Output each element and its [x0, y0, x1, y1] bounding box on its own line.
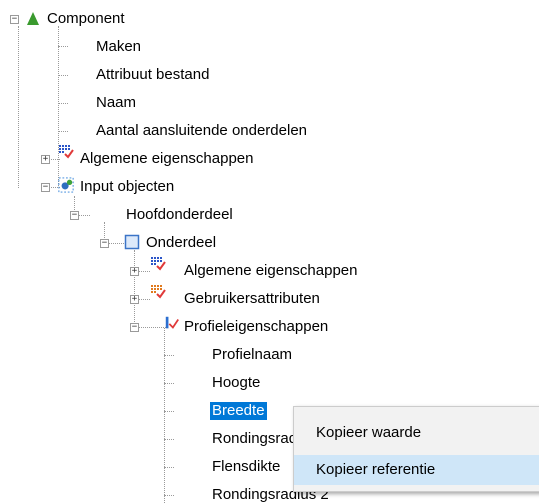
tree-item-algemene-eigenschappen-child[interactable]: Algemene eigenschappen [184, 262, 357, 280]
tree-item-flensdikte[interactable]: Flensdikte [212, 458, 280, 476]
tree-item-gebruikersattributen[interactable]: Gebruikersattributen [184, 290, 320, 308]
tree-item-profieleigenschappen[interactable]: Profieleigenschappen [184, 318, 328, 336]
tree-item-breedte[interactable]: Breedte [210, 402, 267, 420]
expand-toggle[interactable]: + [130, 295, 139, 304]
tree-line [78, 215, 90, 216]
tree-item-attribuut-bestand[interactable]: Attribuut bestand [96, 66, 209, 84]
properties-icon [151, 257, 166, 271]
collapse-toggle[interactable]: − [130, 323, 139, 332]
collapse-toggle[interactable]: − [41, 183, 50, 192]
input-objects-icon [58, 177, 74, 193]
context-menu: Kopieer waarde Kopieer referentie [293, 406, 539, 492]
tree-line [164, 467, 174, 468]
tree-line [164, 355, 174, 356]
collapse-toggle[interactable]: − [100, 239, 109, 248]
tree-item-algemene-eigenschappen[interactable]: Algemene eigenschappen [80, 150, 253, 168]
tree-item-hoofdonderdeel[interactable]: Hoofdonderdeel [126, 206, 233, 224]
tree-line [164, 411, 174, 412]
tree-line [164, 383, 174, 384]
tree-line [58, 75, 68, 76]
tree-line [138, 299, 150, 300]
tree-item-component[interactable]: Component [47, 10, 125, 28]
tree-line [164, 495, 174, 496]
tree-item-input-objecten[interactable]: Input objecten [80, 178, 174, 196]
tree-line [164, 439, 174, 440]
collapse-toggle[interactable]: − [10, 15, 19, 24]
tree-line [58, 131, 68, 132]
menu-item-kopieer-waarde[interactable]: Kopieer waarde [294, 418, 539, 448]
expand-toggle[interactable]: + [130, 267, 139, 276]
tree-item-maken[interactable]: Maken [96, 38, 141, 56]
part-icon [124, 234, 140, 250]
tree-line [134, 250, 135, 326]
tree-line [58, 26, 59, 186]
tree-item-naam[interactable]: Naam [96, 94, 136, 112]
properties-icon [59, 145, 74, 159]
tree-item-aantal-aansluitende-onderdelen[interactable]: Aantal aansluitende onderdelen [96, 122, 307, 140]
expand-toggle[interactable]: + [41, 155, 50, 164]
tree-line [18, 26, 19, 188]
menu-item-label: Kopieer referentie [316, 461, 436, 478]
tree-item-onderdeel[interactable]: Onderdeel [146, 234, 216, 252]
tree-line [108, 243, 124, 244]
profile-properties-icon [165, 316, 179, 329]
tree-item-hoogte[interactable]: Hoogte [212, 374, 260, 392]
menu-item-kopieer-referentie[interactable]: Kopieer referentie [294, 455, 539, 485]
component-icon [27, 12, 39, 25]
collapse-toggle[interactable]: − [70, 211, 79, 220]
menu-item-label: Kopieer waarde [316, 424, 422, 441]
tree-line [138, 271, 150, 272]
user-attributes-icon [151, 285, 166, 299]
tree-line [58, 103, 68, 104]
tree-item-profielnaam[interactable]: Profielnaam [212, 346, 292, 364]
tree-line [58, 46, 68, 47]
